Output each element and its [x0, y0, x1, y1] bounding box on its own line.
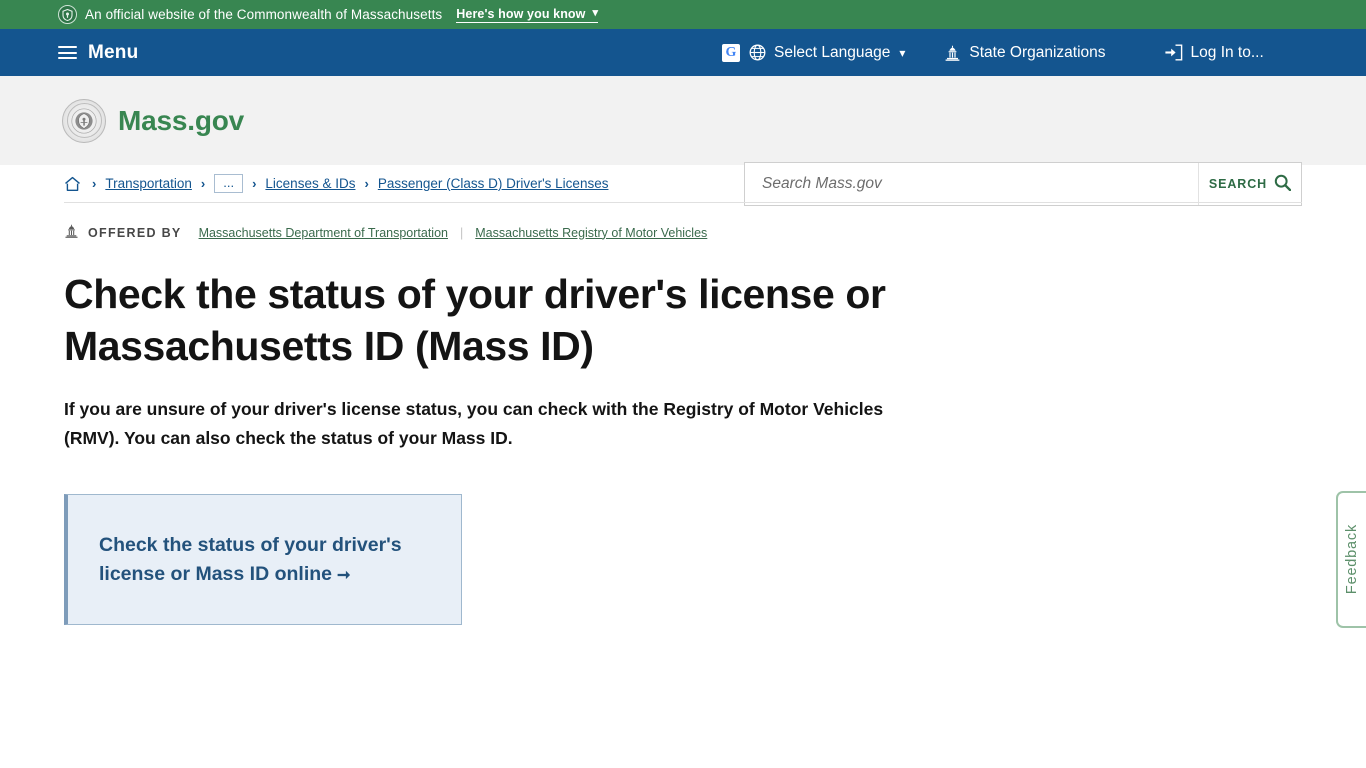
offered-by: OFFERED BY Massachusetts Department of T…	[64, 224, 1302, 241]
offered-by-divider: |	[460, 225, 464, 240]
offered-by-org-massdot[interactable]: Massachusetts Department of Transportati…	[199, 226, 448, 240]
page-intro-text: If you are unsure of your driver's licen…	[64, 399, 884, 448]
cta-label: Check the status of your driver's licens…	[99, 533, 402, 585]
feedback-tab[interactable]: Feedback	[1336, 491, 1366, 628]
site-header: Mass.gov SEARCH	[0, 76, 1366, 206]
nav-right-group: G Select Language ▾ State Organizations …	[722, 43, 1264, 62]
home-icon[interactable]	[64, 176, 81, 192]
breadcrumb-separator: ›	[252, 176, 257, 191]
breadcrumb-separator: ›	[92, 176, 97, 191]
breadcrumb-item-passenger-licenses[interactable]: Passenger (Class D) Driver's Licenses	[378, 176, 609, 191]
state-seal-icon	[58, 5, 77, 24]
log-in-to-button[interactable]: Log In to...	[1164, 44, 1264, 62]
offered-by-org-rmv[interactable]: Massachusetts Registry of Motor Vehicles	[475, 226, 707, 240]
select-language-label: Select Language	[774, 43, 891, 61]
hamburger-icon	[58, 43, 77, 63]
breadcrumb: › Transportation › ... › Licenses & IDs …	[64, 165, 1302, 203]
how-you-know-label: Here's how you know	[456, 6, 586, 21]
menu-button-label: Menu	[88, 41, 139, 63]
breadcrumb-item-transportation[interactable]: Transportation	[105, 176, 192, 191]
chevron-down-icon: ▾	[592, 7, 599, 19]
mass-gov-home-link[interactable]: Mass.gov	[62, 98, 244, 143]
chevron-down-icon: ▾	[899, 45, 906, 60]
select-language-button[interactable]: G Select Language ▾	[722, 43, 906, 62]
official-banner-text: An official website of the Commonwealth …	[85, 7, 443, 22]
login-arrow-icon	[1164, 44, 1183, 61]
state-organizations-link[interactable]: State Organizations	[944, 43, 1106, 62]
brand-name: Mass.gov	[118, 104, 244, 136]
google-translate-icon: G	[722, 43, 740, 62]
main-navigation-bar: Menu G Select Language ▾ State Organizat…	[0, 29, 1366, 76]
globe-icon	[749, 44, 766, 61]
log-in-label: Log In to...	[1190, 43, 1264, 61]
breadcrumb-separator: ›	[200, 176, 206, 191]
arrow-right-icon: ➞	[337, 566, 351, 584]
breadcrumb-separator: ›	[364, 176, 369, 191]
breadcrumb-item-licenses-ids[interactable]: Licenses & IDs	[265, 176, 355, 191]
state-organizations-label: State Organizations	[969, 43, 1106, 61]
page-content: › Transportation › ... › Licenses & IDs …	[0, 165, 1366, 625]
breadcrumb-expand-button[interactable]: ...	[214, 174, 244, 193]
official-website-banner: An official website of the Commonwealth …	[0, 0, 1366, 29]
state-house-icon	[944, 45, 961, 61]
menu-button[interactable]: Menu	[58, 42, 138, 64]
state-house-icon	[64, 224, 79, 241]
massachusetts-seal-icon	[62, 98, 106, 143]
offered-by-label: OFFERED BY	[88, 225, 182, 240]
feedback-label: Feedback	[1344, 524, 1360, 595]
heres-how-you-know-toggle[interactable]: Here's how you know ▾	[456, 6, 599, 23]
check-status-online-cta[interactable]: Check the status of your driver's licens…	[64, 494, 462, 625]
page-title: Check the status of your driver's licens…	[64, 271, 886, 369]
cta-text-wrapper: Check the status of your driver's licens…	[68, 531, 461, 588]
